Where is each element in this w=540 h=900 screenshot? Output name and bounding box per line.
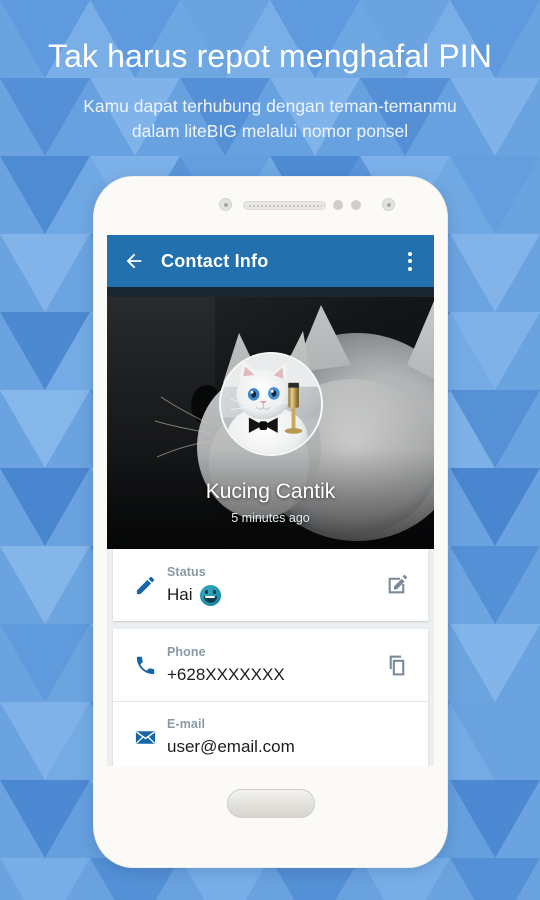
status-label: Status bbox=[167, 564, 206, 579]
phone-row-body: Phone +628XXXXXXX bbox=[167, 644, 380, 686]
app-bar: Contact Info bbox=[107, 235, 434, 287]
app-bar-title: Contact Info bbox=[161, 250, 269, 271]
overflow-menu-icon-dot bbox=[408, 259, 412, 263]
status-row-icon bbox=[123, 574, 167, 597]
cover-photo[interactable]: Kucing Cantik 5 minutes ago bbox=[107, 287, 434, 549]
page-subtitle: Kamu dapat terhubung dengan teman-temanm… bbox=[0, 94, 540, 145]
copy-phone-button[interactable] bbox=[380, 653, 414, 678]
phone-icon bbox=[136, 656, 154, 674]
status-row[interactable]: Status Hai bbox=[113, 549, 428, 621]
promo-text-block: Tak harus repot menghafal PIN Kamu dapat… bbox=[0, 0, 540, 145]
page-subtitle-line-1: Kamu dapat terhubung dengan teman-temanm… bbox=[83, 95, 457, 116]
phone-screen: Contact Info Kucing Cantik 5 minutes ago… bbox=[107, 235, 434, 766]
light-sensor-icon bbox=[351, 200, 361, 210]
overflow-menu-icon-dot bbox=[408, 251, 412, 256]
page-subtitle-line-2: dalam liteBIG melalui nomor ponsel bbox=[131, 121, 409, 142]
avatar[interactable] bbox=[218, 352, 323, 456]
contact-info-cards: Status Hai Phone +628XXXXXXX E-mail user… bbox=[107, 549, 434, 766]
email-label: E-mail bbox=[167, 716, 206, 731]
contact-details-card: Phone +628XXXXXXX E-mail user@email.com bbox=[113, 629, 428, 766]
earpiece-speaker-icon bbox=[243, 201, 326, 210]
arrow-left-icon bbox=[126, 253, 142, 269]
pencil-icon bbox=[136, 576, 154, 594]
profile-name: Kucing Cantik bbox=[205, 480, 336, 503]
edit-status-button[interactable] bbox=[380, 573, 414, 598]
page-title: Tak harus repot menghafal PIN bbox=[47, 38, 493, 74]
phone-row[interactable]: Phone +628XXXXXXX bbox=[113, 629, 428, 701]
email-row[interactable]: E-mail user@email.com bbox=[113, 701, 428, 766]
envelope-icon bbox=[135, 730, 155, 744]
status-value-wrap: Hai bbox=[167, 584, 380, 606]
back-button[interactable] bbox=[119, 246, 149, 276]
status-card: Status Hai bbox=[113, 549, 428, 621]
profile-last-seen: 5 minutes ago bbox=[231, 511, 310, 525]
sensor-dot-icon bbox=[333, 200, 343, 210]
phone-label: Phone bbox=[167, 644, 206, 659]
status-row-body: Status Hai bbox=[167, 564, 380, 606]
email-value: user@email.com bbox=[167, 737, 295, 757]
front-camera-icon bbox=[382, 198, 395, 211]
edit-square-icon bbox=[388, 574, 407, 593]
email-row-icon bbox=[123, 726, 167, 749]
overflow-menu-button[interactable] bbox=[396, 245, 424, 277]
copy-icon bbox=[389, 655, 404, 675]
phone-device-mockup: Contact Info Kucing Cantik 5 minutes ago… bbox=[93, 176, 448, 868]
device-sensor-row bbox=[93, 198, 448, 213]
proximity-sensor-icon bbox=[219, 198, 232, 211]
email-row-body: E-mail user@email.com bbox=[167, 716, 380, 758]
overflow-menu-icon-dot bbox=[408, 266, 412, 271]
home-button[interactable] bbox=[226, 789, 315, 818]
grinning-face-emoji-icon bbox=[199, 584, 221, 606]
status-value: Hai bbox=[167, 585, 193, 605]
avatar-image bbox=[220, 354, 321, 454]
phone-row-icon bbox=[123, 654, 167, 677]
phone-value: +628XXXXXXX bbox=[167, 665, 285, 685]
